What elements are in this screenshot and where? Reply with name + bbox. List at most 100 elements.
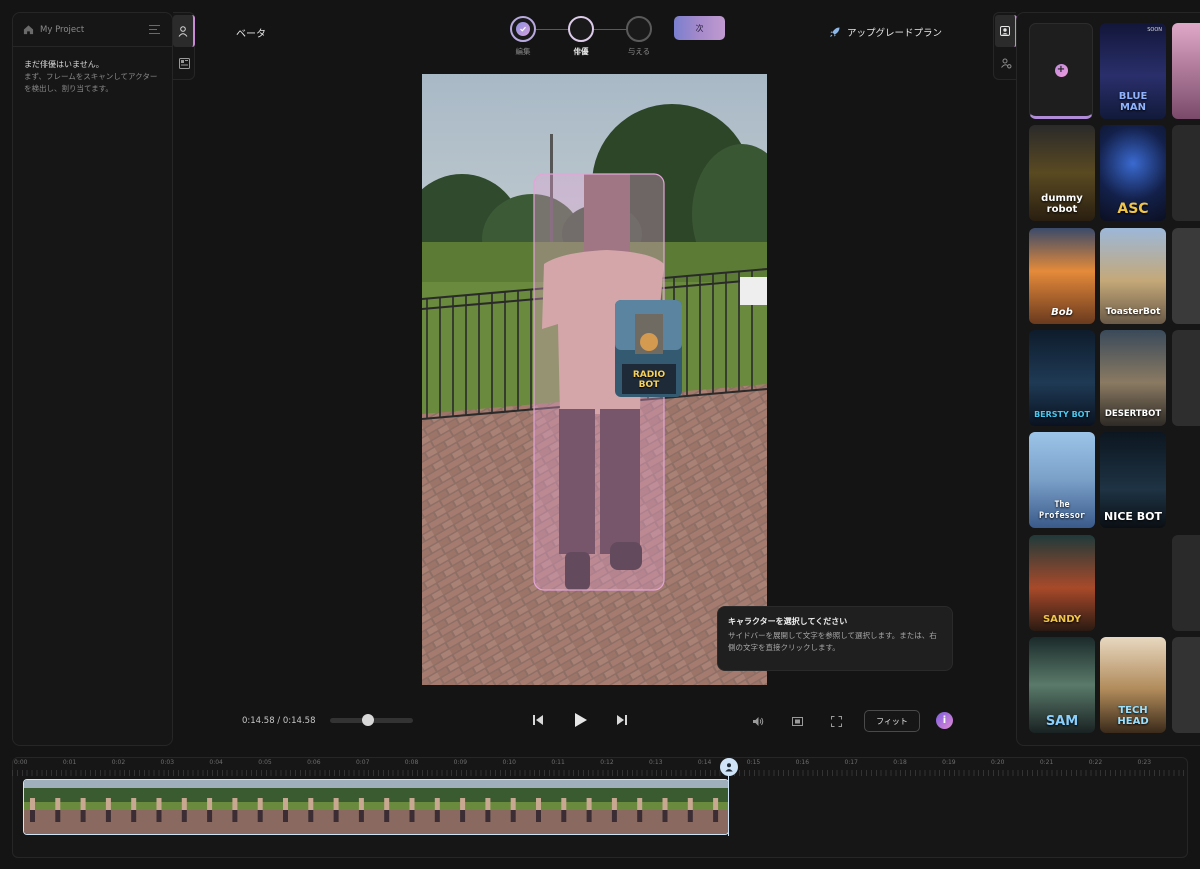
- character-name: BLUE MAN: [1118, 91, 1148, 113]
- person-gear-icon: [1000, 58, 1012, 69]
- character-name: SAM: [1045, 714, 1079, 729]
- timeline-tick-label: 0:08: [404, 759, 419, 766]
- character-card-tech-head[interactable]: TECH HEAD: [1100, 637, 1166, 733]
- timeline-tick-label: 0:06: [307, 759, 321, 766]
- character-card-bersty-bot[interactable]: BERSTY BOT: [1029, 330, 1095, 426]
- timeline-tick-label: 0:19: [942, 759, 956, 766]
- home-icon[interactable]: [23, 24, 34, 35]
- timeline-tick-label: 0:10: [502, 759, 516, 766]
- character-card-the-professor[interactable]: The Professor: [1029, 432, 1095, 528]
- info-button[interactable]: i: [936, 712, 953, 729]
- character-card-blue-man[interactable]: SOON BLUE MAN: [1100, 23, 1166, 119]
- timeline-tick-label: 0:14: [697, 759, 712, 766]
- character-card-toasterbot[interactable]: ToasterBot: [1100, 228, 1166, 324]
- character-card-partial[interactable]: [1172, 228, 1200, 324]
- volume-button[interactable]: [751, 714, 765, 728]
- video-preview[interactable]: RADIO BOT: [422, 74, 767, 685]
- skip-forward-button[interactable]: [614, 712, 630, 728]
- timeline-tick-label: 0:16: [795, 759, 810, 766]
- fullscreen-icon: [830, 715, 842, 727]
- radio-bot-label: RADIO BOT: [632, 370, 666, 390]
- project-name[interactable]: My Project: [40, 25, 84, 35]
- tooltip-body: サイドバーを展開して文字を参照して選択します。または、右側の文字を直接クリックし…: [728, 631, 937, 652]
- character-card-partial[interactable]: [1172, 125, 1200, 221]
- upgrade-label: アップグレードプラン: [847, 28, 943, 39]
- timeline-tick-label: 0:02: [111, 759, 126, 766]
- fit-button[interactable]: フィット: [864, 710, 920, 732]
- character-name: The Professor: [1038, 500, 1086, 521]
- character-card-sandy[interactable]: SANDY: [1029, 535, 1095, 631]
- character-card-partial[interactable]: [1172, 535, 1200, 631]
- video-clip[interactable]: [23, 779, 729, 835]
- timeline-tick-label: 0:05: [258, 759, 272, 766]
- timeline-tick-label: 0:12: [600, 759, 614, 766]
- character-card-nice-bot[interactable]: NICE BOT: [1100, 432, 1166, 528]
- character-card-sam[interactable]: SAM: [1029, 637, 1095, 733]
- step-label-give: 与える: [627, 47, 651, 56]
- project-header: My Project: [13, 13, 172, 47]
- timeline-tick-label: 0:03: [160, 759, 175, 766]
- character-name: Bob: [1051, 307, 1073, 318]
- empty-state-description: まず、フレームをスキャンしてアクターを検出し、割り当てます。: [24, 72, 158, 93]
- actor-marker-icon: [725, 763, 733, 772]
- character-name: SANDY: [1042, 614, 1082, 625]
- tab-actors[interactable]: [173, 15, 195, 47]
- skip-back-icon: [533, 715, 543, 725]
- timeline-tick-label: 0:21: [1039, 759, 1054, 766]
- right-tab-bar: [993, 12, 1017, 80]
- playhead-line: [728, 770, 729, 836]
- tab-layout[interactable]: [173, 47, 195, 79]
- character-name: NICE BOT: [1104, 510, 1162, 523]
- character-card-desertbot[interactable]: DESERTBOT: [1100, 330, 1166, 426]
- tab-characters[interactable]: [995, 15, 1017, 47]
- menu-icon[interactable]: [149, 25, 160, 35]
- timeline-tick-label: 0:04: [209, 759, 223, 766]
- character-card-asc[interactable]: ASC: [1100, 125, 1166, 221]
- play-button[interactable]: [572, 711, 590, 729]
- timeline-tick-label: 0:09: [453, 759, 468, 766]
- step-give[interactable]: [626, 16, 652, 42]
- playhead-handle[interactable]: [720, 758, 738, 776]
- character-name: ToasterBot: [1105, 307, 1161, 317]
- step-actors[interactable]: [568, 16, 594, 42]
- soon-badge: SOON: [1147, 27, 1162, 33]
- timeline-tick-label: 0:15: [746, 759, 761, 766]
- timeline-tick-label: 0:13: [649, 759, 663, 766]
- character-card-partial[interactable]: [1172, 330, 1200, 426]
- timeline-tick-label: 0:17: [844, 759, 858, 766]
- layout-icon: [178, 57, 190, 69]
- timeline-tick-label: 0:20: [991, 759, 1005, 766]
- scrub-handle[interactable]: [362, 714, 374, 726]
- next-button[interactable]: 次: [674, 16, 725, 40]
- skip-forward-icon: [617, 715, 627, 725]
- character-card-bob[interactable]: Bob: [1029, 228, 1095, 324]
- portrait-icon: [1000, 26, 1010, 36]
- tooltip-title: キャラクターを選択してください: [728, 617, 848, 626]
- step-connector: [593, 29, 627, 30]
- timeline-ruler: [12, 770, 1188, 776]
- step-label-edit: 編集: [515, 47, 531, 56]
- timeline-tick-label: 0:22: [1088, 759, 1103, 766]
- person-icon: [178, 25, 188, 37]
- timeline-tick-label: 0:00: [14, 759, 28, 766]
- check-icon: [516, 22, 530, 36]
- character-name: dummy robot: [1041, 193, 1083, 215]
- add-character-button[interactable]: +: [1029, 23, 1093, 119]
- tab-character-settings[interactable]: [995, 47, 1017, 79]
- step-label-actors: 俳優: [573, 47, 589, 56]
- character-name: DESERTBOT: [1104, 409, 1162, 419]
- step-edit[interactable]: [510, 16, 536, 42]
- fullscreen-button[interactable]: [829, 714, 843, 728]
- character-card-partial[interactable]: [1172, 23, 1200, 119]
- left-tab-bar: [173, 12, 195, 80]
- timeline-tick-label: 0:11: [551, 759, 565, 766]
- skip-back-button[interactable]: [530, 712, 546, 728]
- character-name: TECH HEAD: [1117, 705, 1149, 727]
- character-card-dummy-robot[interactable]: dummy robot: [1029, 125, 1095, 221]
- character-card-partial[interactable]: [1172, 637, 1200, 733]
- volume-icon: [753, 716, 764, 726]
- plus-icon: +: [1054, 63, 1068, 77]
- upgrade-plan-button[interactable]: アップグレードプラン: [829, 25, 942, 39]
- safe-area-button[interactable]: [790, 714, 804, 728]
- actors-panel: My Project まだ俳優はいません。 まず、フレームをスキャンしてアクター…: [12, 12, 173, 746]
